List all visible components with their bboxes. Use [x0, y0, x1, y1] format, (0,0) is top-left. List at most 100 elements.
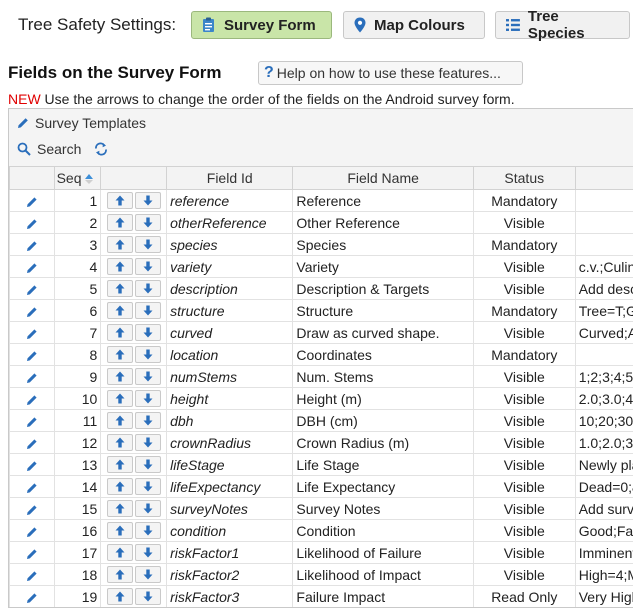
status-cell: Mandatory — [473, 190, 575, 212]
edit-row-button[interactable] — [10, 300, 55, 322]
field-id-cell: reference — [167, 190, 293, 212]
field-id-column-header[interactable]: Field Id — [167, 167, 293, 190]
edit-row-button[interactable] — [10, 410, 55, 432]
field-name-cell: Reference — [293, 190, 473, 212]
move-up-button[interactable] — [107, 280, 133, 297]
move-down-button[interactable] — [135, 302, 161, 319]
move-down-button[interactable] — [135, 588, 161, 605]
move-up-button[interactable] — [107, 566, 133, 583]
table-row[interactable]: 19riskFactor3Failure ImpactRead OnlyVery… — [10, 586, 633, 608]
edit-row-button[interactable] — [10, 520, 55, 542]
move-up-button[interactable] — [107, 456, 133, 473]
sort-ascending-icon — [84, 173, 94, 185]
status-cell: Visible — [473, 410, 575, 432]
move-down-button[interactable] — [135, 522, 161, 539]
move-up-button[interactable] — [107, 324, 133, 341]
edit-row-button[interactable] — [10, 454, 55, 476]
edit-row-button[interactable] — [10, 542, 55, 564]
arrow-down-icon — [143, 217, 153, 228]
move-up-button[interactable] — [107, 522, 133, 539]
table-row[interactable]: 4varietyVarietyVisiblec.v.;Culina — [10, 256, 633, 278]
edit-row-button[interactable] — [10, 344, 55, 366]
form-icon — [202, 17, 216, 33]
table-row[interactable]: 1referenceReferenceMandatory — [10, 190, 633, 212]
move-down-button[interactable] — [135, 566, 161, 583]
move-down-button[interactable] — [135, 434, 161, 451]
move-up-button[interactable] — [107, 390, 133, 407]
table-row[interactable]: 10heightHeight (m)Visible2.0;3.0;4.0 — [10, 388, 633, 410]
help-button[interactable]: ? Help on how to use these features... — [258, 61, 523, 85]
edit-row-button[interactable] — [10, 366, 55, 388]
table-row[interactable]: 17riskFactor1Likelihood of FailureVisibl… — [10, 542, 633, 564]
move-down-button[interactable] — [135, 368, 161, 385]
move-up-button[interactable] — [107, 236, 133, 253]
move-up-button[interactable] — [107, 346, 133, 363]
table-row[interactable]: 18riskFactor2Likelihood of ImpactVisible… — [10, 564, 633, 586]
move-down-button[interactable] — [135, 324, 161, 341]
move-down-button[interactable] — [135, 236, 161, 253]
move-down-button[interactable] — [135, 500, 161, 517]
edit-row-button[interactable] — [10, 432, 55, 454]
move-down-button[interactable] — [135, 192, 161, 209]
edit-row-button[interactable] — [10, 498, 55, 520]
refresh-icon[interactable] — [93, 142, 109, 156]
table-row[interactable]: 7curvedDraw as curved shape.VisibleCurve… — [10, 322, 633, 344]
move-up-button[interactable] — [107, 368, 133, 385]
table-row[interactable]: 5descriptionDescription & TargetsVisible… — [10, 278, 633, 300]
status-cell: Mandatory — [473, 300, 575, 322]
table-row[interactable]: 8locationCoordinatesMandatory — [10, 344, 633, 366]
edit-row-button[interactable] — [10, 190, 55, 212]
arrow-down-icon — [143, 239, 153, 250]
table-row[interactable]: 6structureStructureMandatoryTree=T;Gr — [10, 300, 633, 322]
seq-column-header[interactable]: Seq — [54, 167, 101, 190]
tree-species-button[interactable]: Tree Species — [495, 11, 630, 39]
edit-row-button[interactable] — [10, 388, 55, 410]
table-row[interactable]: 15surveyNotesSurvey NotesVisibleAdd surv… — [10, 498, 633, 520]
move-up-button[interactable] — [107, 258, 133, 275]
arrow-up-icon — [115, 195, 125, 206]
move-down-button[interactable] — [135, 214, 161, 231]
map-colours-button[interactable]: Map Colours — [343, 11, 485, 39]
move-down-button[interactable] — [135, 280, 161, 297]
table-row[interactable]: 14lifeExpectancyLife ExpectancyVisibleDe… — [10, 476, 633, 498]
options-cell: Add descr — [575, 278, 633, 300]
edit-row-button[interactable] — [10, 212, 55, 234]
survey-form-button[interactable]: Survey Form — [191, 11, 332, 39]
move-down-button[interactable] — [135, 390, 161, 407]
seq-cell: 16 — [54, 520, 101, 542]
move-up-button[interactable] — [107, 302, 133, 319]
status-column-header[interactable]: Status — [473, 167, 575, 190]
field-name-column-header[interactable]: Field Name — [293, 167, 473, 190]
options-cell: Tree=T;Gr — [575, 300, 633, 322]
move-down-button[interactable] — [135, 544, 161, 561]
move-down-button[interactable] — [135, 412, 161, 429]
table-row[interactable]: 12crownRadiusCrown Radius (m)Visible1.0;… — [10, 432, 633, 454]
move-up-button[interactable] — [107, 192, 133, 209]
move-up-button[interactable] — [107, 434, 133, 451]
move-up-button[interactable] — [107, 478, 133, 495]
move-up-button[interactable] — [107, 214, 133, 231]
move-down-button[interactable] — [135, 478, 161, 495]
options-cell: c.v.;Culina — [575, 256, 633, 278]
edit-row-button[interactable] — [10, 476, 55, 498]
edit-row-button[interactable] — [10, 234, 55, 256]
move-down-button[interactable] — [135, 456, 161, 473]
table-row[interactable]: 3speciesSpeciesMandatory — [10, 234, 633, 256]
edit-row-button[interactable] — [10, 564, 55, 586]
move-up-button[interactable] — [107, 588, 133, 605]
edit-row-button[interactable] — [10, 278, 55, 300]
edit-row-button[interactable] — [10, 256, 55, 278]
table-row[interactable]: 16conditionConditionVisibleGood;Fair — [10, 520, 633, 542]
move-up-button[interactable] — [107, 412, 133, 429]
edit-row-button[interactable] — [10, 322, 55, 344]
move-up-button[interactable] — [107, 500, 133, 517]
move-up-button[interactable] — [107, 544, 133, 561]
search-bar[interactable]: Search — [17, 141, 109, 157]
move-down-button[interactable] — [135, 346, 161, 363]
edit-row-button[interactable] — [10, 586, 55, 608]
table-row[interactable]: 11dbhDBH (cm)Visible10;20;30;4 — [10, 410, 633, 432]
table-row[interactable]: 2otherReferenceOther ReferenceVisible — [10, 212, 633, 234]
table-row[interactable]: 13lifeStageLife StageVisibleNewly pla — [10, 454, 633, 476]
table-row[interactable]: 9numStemsNum. StemsVisible1;2;3;4;5; — [10, 366, 633, 388]
move-down-button[interactable] — [135, 258, 161, 275]
